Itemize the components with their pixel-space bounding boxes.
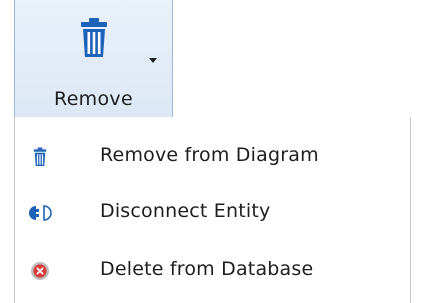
menu-item-label: Delete from Database	[100, 258, 314, 280]
menu-item-label: Disconnect Entity	[100, 200, 271, 222]
remove-dropdown-menu: Remove from Diagram Disconnect Entity De…	[14, 117, 411, 303]
trash-icon	[81, 18, 107, 57]
menu-item-label: Remove from Diagram	[100, 144, 319, 166]
remove-split-button[interactable]: Remove	[14, 0, 173, 117]
remove-button-label: Remove	[54, 88, 133, 110]
trash-icon	[25, 143, 55, 171]
menu-item-disconnect-entity[interactable]: Disconnect Entity	[15, 184, 410, 242]
menu-item-remove-from-diagram[interactable]: Remove from Diagram	[15, 128, 410, 186]
delete-circle-icon	[25, 257, 55, 285]
menu-item-delete-from-database[interactable]: Delete from Database	[15, 242, 410, 300]
disconnect-icon	[25, 199, 55, 227]
chevron-down-icon[interactable]	[149, 58, 157, 63]
